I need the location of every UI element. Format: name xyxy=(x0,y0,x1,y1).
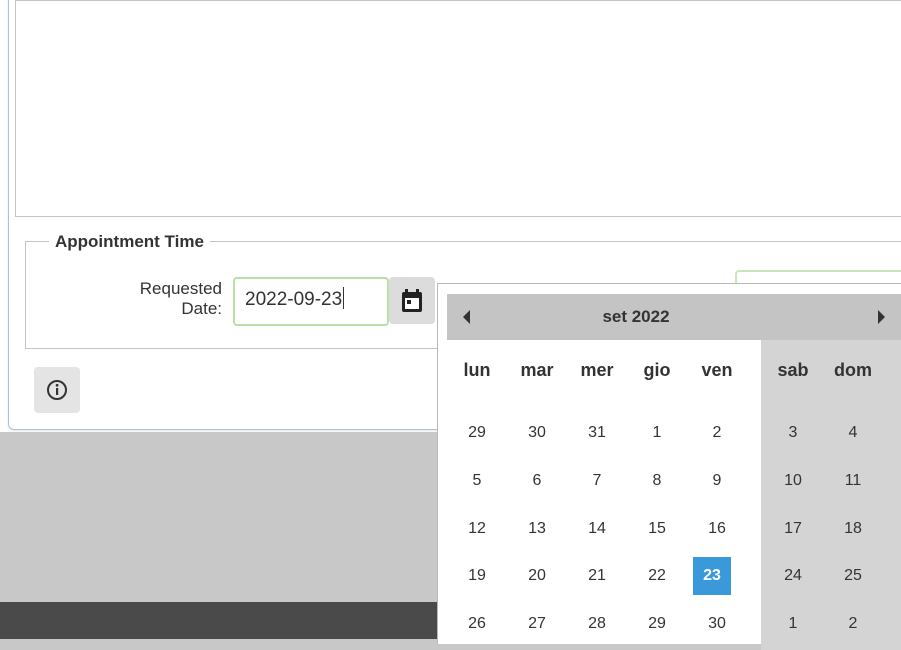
day-cell[interactable]: 25 xyxy=(823,561,883,591)
requested-date-label-line2: Date: xyxy=(181,299,222,318)
month-year-title[interactable]: set 2022 xyxy=(447,294,825,340)
day-cell[interactable]: 12 xyxy=(447,514,507,544)
day-cell[interactable]: 5 xyxy=(447,466,507,496)
weekday-dom: dom xyxy=(834,360,872,380)
day-cell[interactable]: 13 xyxy=(507,514,567,544)
day-cell[interactable]: 16 xyxy=(687,514,747,544)
day-cell[interactable]: 6 xyxy=(507,466,567,496)
day-cell[interactable]: 2 xyxy=(823,609,883,639)
day-cell[interactable]: 17 xyxy=(763,514,823,544)
datepicker-popup: set 2022 lun mar mer gio ven sab dom 29 30 31 1 2 3… xyxy=(437,283,901,650)
day-cell[interactable]: 28 xyxy=(567,609,627,639)
day-cell[interactable]: 22 xyxy=(627,561,687,591)
requested-date-label-line1: Requested xyxy=(139,279,222,298)
calendar-icon xyxy=(402,288,422,312)
requested-date-label: Requested Date: xyxy=(96,279,222,319)
day-cell[interactable]: 14 xyxy=(567,514,627,544)
datepicker-header: set 2022 xyxy=(447,294,901,340)
day-cell[interactable]: 21 xyxy=(567,561,627,591)
day-cell[interactable]: 1 xyxy=(763,609,823,639)
requested-date-value: 2022-09-23 xyxy=(245,289,343,310)
day-cell[interactable]: 30 xyxy=(687,609,747,639)
weekday-gio: gio xyxy=(643,360,671,380)
notes-textarea[interactable] xyxy=(15,0,901,217)
day-cell[interactable]: 1 xyxy=(627,418,687,448)
day-cell[interactable]: 7 xyxy=(567,466,627,496)
day-cell[interactable]: 26 xyxy=(447,609,507,639)
day-cell[interactable]: 19 xyxy=(447,561,507,591)
requested-date-input[interactable]: 2022-09-23 xyxy=(233,277,389,326)
next-month-button[interactable] xyxy=(861,294,901,340)
day-cell[interactable]: 29 xyxy=(447,418,507,448)
triangle-right-icon xyxy=(878,310,885,324)
weekday-mar: mar xyxy=(520,360,554,380)
day-cell[interactable]: 4 xyxy=(823,418,883,448)
day-cell[interactable]: 11 xyxy=(823,466,883,496)
day-cell[interactable]: 24 xyxy=(763,561,823,591)
day-cell[interactable]: 29 xyxy=(627,609,687,639)
weekday-lun: lun xyxy=(463,360,491,380)
info-button[interactable] xyxy=(34,367,80,413)
text-caret xyxy=(343,287,345,309)
day-cell[interactable]: 3 xyxy=(763,418,823,448)
day-cell[interactable]: 20 xyxy=(507,561,567,591)
fieldset-legend: Appointment Time xyxy=(49,231,210,253)
day-cell[interactable]: 30 xyxy=(507,418,567,448)
day-cell[interactable]: 18 xyxy=(823,514,883,544)
day-cell[interactable]: 15 xyxy=(627,514,687,544)
day-cell[interactable]: 2 xyxy=(687,418,747,448)
day-cell[interactable]: 31 xyxy=(567,418,627,448)
day-cell[interactable]: 9 xyxy=(687,466,747,496)
day-cell-selected[interactable]: 23 xyxy=(693,557,731,595)
weekday-sab: sab xyxy=(777,360,809,380)
weekday-ven: ven xyxy=(701,360,733,380)
calendar-button[interactable] xyxy=(389,277,435,324)
day-cell[interactable]: 8 xyxy=(627,466,687,496)
info-icon xyxy=(47,380,67,400)
day-cell[interactable]: 27 xyxy=(507,609,567,639)
day-cell[interactable]: 10 xyxy=(763,466,823,496)
weekday-mer: mer xyxy=(580,360,614,380)
